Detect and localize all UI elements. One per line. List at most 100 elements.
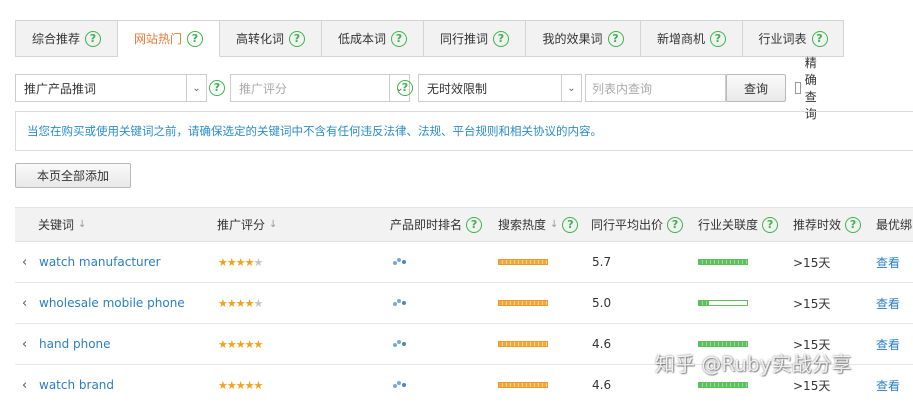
heat-bar-fill bbox=[498, 382, 548, 388]
avg-bid-value: 4.6 bbox=[592, 337, 612, 351]
help-icon[interactable]: ? bbox=[289, 30, 305, 47]
rank-dots-icon[interactable] bbox=[393, 258, 407, 266]
add-all-label: 本页全部添加 bbox=[36, 169, 109, 183]
table-header: 关键词 ↓ 推广评分 ↓ 产品即时排名? 搜索热度 ↓? 同行平均出价? 行业关联度?… bbox=[15, 207, 913, 242]
help-icon[interactable]: ? bbox=[85, 30, 101, 47]
star-empty-icon: ★ bbox=[253, 296, 264, 310]
sort-down-icon[interactable]: ↓ bbox=[269, 219, 277, 230]
help-icon[interactable]: ? bbox=[209, 80, 225, 96]
tab-peer-words[interactable]: 同行推词? bbox=[424, 20, 526, 57]
relevance-bar-track bbox=[698, 259, 748, 265]
header-label: 搜索热度 bbox=[498, 218, 547, 232]
help-icon[interactable]: ? bbox=[710, 30, 726, 47]
view-link[interactable]: 查看 bbox=[876, 365, 900, 405]
chevron-left-icon[interactable]: ‹ bbox=[22, 255, 27, 270]
product-select[interactable]: 推广产品推词 ⌄ bbox=[15, 74, 207, 102]
help-icon[interactable]: ? bbox=[187, 30, 203, 47]
help-icon[interactable]: ? bbox=[811, 30, 828, 47]
keyword-text: watch manufacturer bbox=[39, 255, 161, 269]
help-icon[interactable]: ? bbox=[391, 30, 407, 47]
rank-cell[interactable] bbox=[393, 242, 407, 282]
help-icon[interactable]: ? bbox=[562, 216, 579, 233]
keyword-link[interactable]: wholesale mobile phone bbox=[39, 283, 185, 323]
tab-industry-list[interactable]: 行业词表? bbox=[743, 20, 844, 57]
score-select[interactable]: 推广评分 ⌄ bbox=[230, 74, 410, 102]
tab-high-conversion[interactable]: 高转化词? bbox=[220, 20, 322, 57]
add-all-button[interactable]: 本页全部添加 bbox=[15, 163, 131, 188]
header-label: 同行平均出价 bbox=[591, 218, 664, 232]
header-heat[interactable]: 搜索热度 ↓? bbox=[498, 208, 579, 241]
avg-bid-value: 4.6 bbox=[592, 378, 612, 392]
header-timeliness: 推荐时效? bbox=[793, 208, 862, 241]
header-score[interactable]: 推广评分 ↓ bbox=[217, 208, 277, 241]
chevron-down-icon[interactable]: ⌄ bbox=[186, 75, 206, 101]
tab-site-hot[interactable]: 网站热门? bbox=[118, 20, 220, 57]
score-select-placeholder: 推广评分 bbox=[239, 81, 288, 96]
relevance-bar bbox=[698, 283, 748, 323]
expand-button[interactable]: ‹ bbox=[22, 242, 27, 282]
star-filled-icon: ★ bbox=[218, 337, 228, 351]
help-icon[interactable]: ? bbox=[466, 216, 483, 233]
relevance-bar-fill bbox=[699, 342, 747, 346]
tab-bar: 综合推荐? 网站热门? 高转化词? 低成本词? 同行推词? 我的效果词? 新增商… bbox=[15, 20, 844, 57]
help-icon[interactable]: ? bbox=[667, 216, 684, 233]
rank-cell[interactable] bbox=[393, 324, 407, 364]
avg-bid-cell: 4.6 bbox=[592, 324, 611, 364]
header-label: 最优绑 bbox=[876, 218, 913, 232]
relevance-bar-track bbox=[698, 382, 748, 388]
score-stars: ★ ★ ★ ★ ★ bbox=[218, 283, 264, 323]
relevance-bar-fill bbox=[699, 301, 709, 305]
rank-dots-icon[interactable] bbox=[393, 340, 407, 348]
help-icon[interactable]: ? bbox=[607, 30, 624, 47]
search-input[interactable]: 列表内查询 bbox=[585, 74, 726, 102]
timeliness-value: >15天 bbox=[793, 378, 831, 393]
rank-cell[interactable] bbox=[393, 365, 407, 405]
tab-label: 网站热门 bbox=[133, 32, 182, 46]
rank-dots-icon[interactable] bbox=[393, 381, 407, 389]
rank-dots-icon[interactable] bbox=[393, 299, 407, 307]
checkbox-box[interactable] bbox=[795, 82, 801, 94]
query-button[interactable]: 查询 bbox=[726, 74, 786, 102]
help-icon[interactable]: ? bbox=[493, 30, 509, 47]
chevron-down-icon[interactable]: ⌄ bbox=[561, 75, 581, 101]
expand-button[interactable]: ‹ bbox=[22, 365, 27, 405]
star-filled-icon: ★ bbox=[253, 337, 264, 351]
star-filled-icon: ★ bbox=[226, 337, 237, 351]
keyword-text: wholesale mobile phone bbox=[39, 296, 185, 310]
tab-new-opportunity[interactable]: 新增商机? bbox=[641, 20, 743, 57]
avg-bid-cell: 5.7 bbox=[592, 242, 611, 282]
star-filled-icon: ★ bbox=[253, 378, 264, 392]
heat-bar bbox=[498, 365, 548, 405]
help-icon[interactable]: ? bbox=[762, 216, 779, 233]
sort-down-icon[interactable]: ↓ bbox=[550, 219, 558, 230]
rank-cell[interactable] bbox=[393, 283, 407, 323]
view-link[interactable]: 查看 bbox=[876, 283, 900, 323]
expand-button[interactable]: ‹ bbox=[22, 324, 27, 364]
star-filled-icon: ★ bbox=[226, 378, 237, 392]
help-icon[interactable]: ? bbox=[845, 216, 862, 233]
header-keyword[interactable]: 关键词 ↓ bbox=[38, 208, 86, 241]
view-link[interactable]: 查看 bbox=[876, 324, 900, 364]
tab-comprehensive[interactable]: 综合推荐? bbox=[15, 20, 118, 57]
exact-query-checkbox[interactable]: 精确查询 bbox=[795, 56, 823, 121]
keyword-link[interactable]: hand phone bbox=[39, 324, 111, 364]
sort-down-icon[interactable]: ↓ bbox=[78, 219, 86, 230]
tab-label: 我的效果词 bbox=[542, 32, 603, 46]
keyword-link[interactable]: watch brand bbox=[39, 365, 114, 405]
star-filled-icon: ★ bbox=[244, 378, 255, 392]
star-empty-icon: ★ bbox=[253, 255, 264, 269]
chevron-left-icon[interactable]: ‹ bbox=[22, 378, 27, 393]
star-filled-icon: ★ bbox=[244, 255, 255, 269]
header-relevance: 行业关联度? bbox=[698, 208, 779, 241]
keyword-link[interactable]: watch manufacturer bbox=[39, 242, 161, 282]
help-icon[interactable]: ? bbox=[397, 80, 413, 96]
star-filled-icon: ★ bbox=[244, 296, 255, 310]
view-link[interactable]: 查看 bbox=[876, 242, 900, 282]
chevron-left-icon[interactable]: ‹ bbox=[22, 337, 27, 352]
table-row: ‹ wholesale mobile phone ★ ★ ★ ★ ★ 5.0 >15天 查看 bbox=[15, 283, 913, 324]
chevron-left-icon[interactable]: ‹ bbox=[22, 296, 27, 311]
expand-button[interactable]: ‹ bbox=[22, 283, 27, 323]
time-select[interactable]: 无时效限制 ⌄ bbox=[418, 74, 582, 102]
tab-low-cost[interactable]: 低成本词? bbox=[322, 20, 424, 57]
tab-my-effect[interactable]: 我的效果词? bbox=[526, 20, 641, 57]
